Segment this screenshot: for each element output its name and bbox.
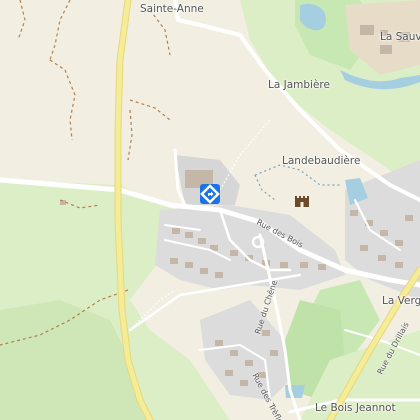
place-label-la-jambiere: La Jambière [268,79,330,91]
map-canvas[interactable]: Sainte-Anne La Sauv La Jambière Landebau… [0,0,420,420]
place-label-le-bois-jeannot: Le Bois Jeannot [315,402,396,414]
pond-south [285,385,305,398]
place-label-landebaudiere: Landebaudière [282,155,361,167]
map-base-layer [0,0,420,420]
place-label-la-verge: La Verge [382,295,420,307]
directions-icon [200,184,220,204]
place-label-la-sauv: La Sauv [380,31,420,43]
castle-icon [295,196,309,207]
place-label-sainte-anne: Sainte-Anne [140,3,204,15]
